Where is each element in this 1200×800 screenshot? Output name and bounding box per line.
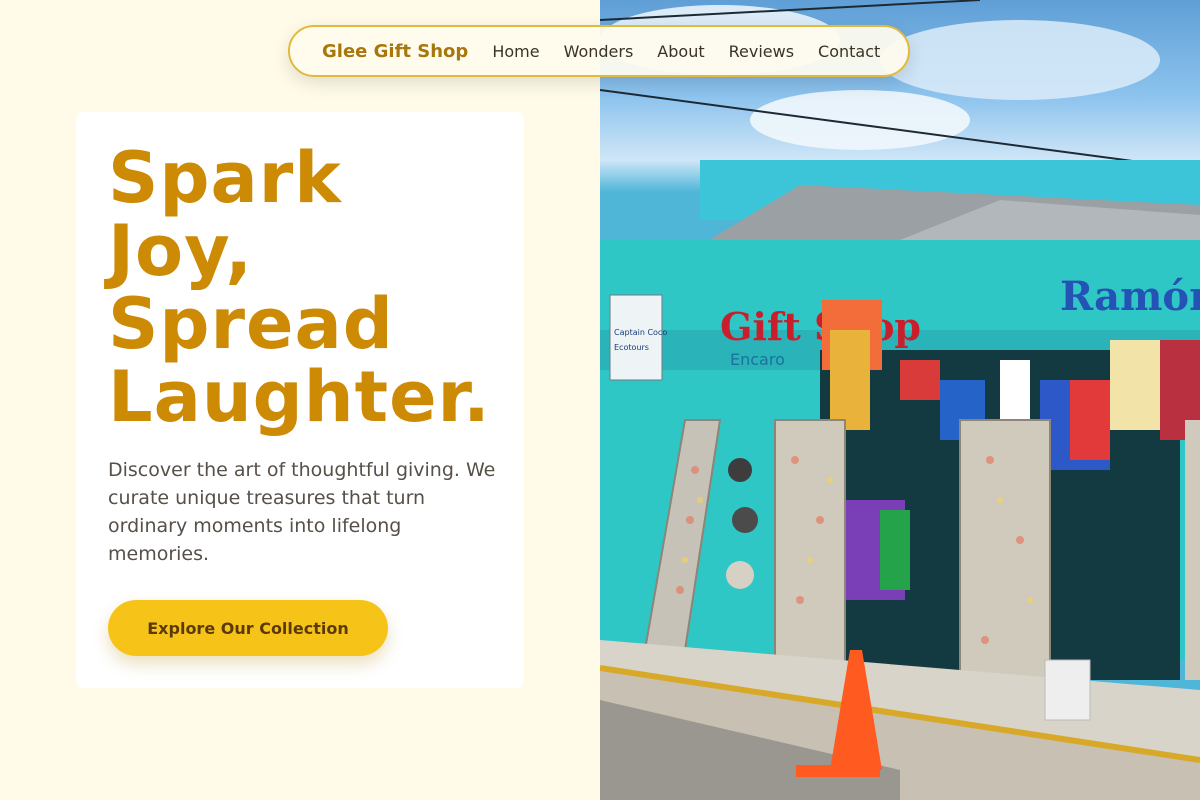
hero-photo: Gift Shop Ramón Captain Coco Ecotours En…	[600, 0, 1200, 800]
headline-line: Spread	[108, 283, 394, 365]
encaro-sign: Encaro	[730, 350, 785, 369]
headline-line: Spark	[108, 137, 342, 219]
nav-link-home[interactable]: Home	[492, 42, 539, 61]
ecotours-sign: Ecotours	[614, 343, 649, 352]
hero-card: Spark Joy, Spread Laughter. Discover the…	[76, 112, 524, 688]
explore-collection-button[interactable]: Explore Our Collection	[108, 600, 388, 656]
brand-logo[interactable]: Glee Gift Shop	[322, 41, 468, 62]
nav-link-about[interactable]: About	[657, 42, 704, 61]
gift-shop-illustration: Gift Shop Ramón Captain Coco Ecotours En…	[600, 0, 1200, 800]
headline-line: Laughter.	[108, 356, 491, 438]
hero-headline: Spark Joy, Spread Laughter.	[108, 142, 518, 434]
main-nav: Glee Gift Shop Home Wonders About Review…	[288, 25, 910, 77]
nav-link-wonders[interactable]: Wonders	[564, 42, 634, 61]
shop-sign-secondary: Ramón	[1060, 273, 1200, 320]
nav-link-contact[interactable]: Contact	[818, 42, 880, 61]
captain-coco-sign: Captain Coco	[614, 328, 667, 337]
headline-line: Joy,	[108, 210, 253, 292]
hero-description: Discover the art of thoughtful giving. W…	[108, 459, 496, 565]
nav-link-reviews[interactable]: Reviews	[729, 42, 794, 61]
shop-sign: Gift Shop	[720, 304, 921, 349]
